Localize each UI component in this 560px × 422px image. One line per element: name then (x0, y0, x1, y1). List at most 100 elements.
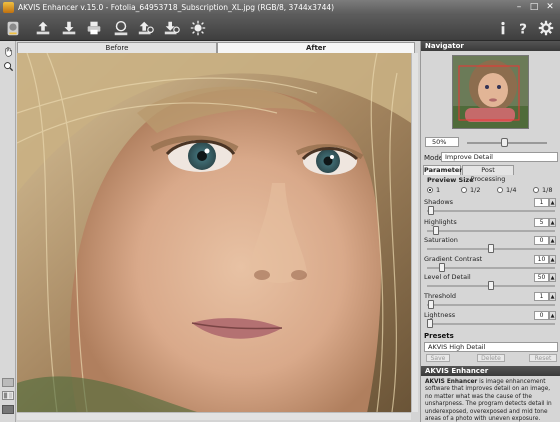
presets-header: Presets (424, 332, 454, 340)
param-spin-button[interactable]: ▲ (549, 292, 556, 301)
param-row: Level of Detail 50 ▲ (424, 273, 558, 291)
param-label: Level of Detail (424, 273, 471, 281)
param-row: Threshold 1 ▲ (424, 292, 558, 310)
preview-size-1[interactable]: 1 (427, 186, 440, 194)
maximize-button[interactable]: □ (527, 2, 541, 13)
background-color-swatch[interactable] (2, 378, 14, 387)
preview-size-half[interactable]: 1/2 (461, 186, 480, 194)
preview-size-header: Preview Size (427, 176, 474, 184)
param-value-field[interactable]: 5 (534, 218, 549, 227)
help-icon[interactable]: ? (513, 18, 533, 38)
window-title: AKVIS Enhancer v.15.0 - Fotolia_64953718… (18, 3, 335, 12)
param-slider-track[interactable] (427, 323, 555, 325)
param-slider-knob[interactable] (488, 281, 494, 290)
hand-tool-icon[interactable] (2, 45, 14, 57)
svg-text:?: ? (519, 21, 527, 37)
foreground-color-swatch[interactable] (2, 405, 14, 414)
preview-size-quarter[interactable]: 1/4 (497, 186, 516, 194)
param-spin-button[interactable]: ▲ (549, 255, 556, 264)
open-image-button[interactable] (33, 18, 53, 38)
zoom-tool-icon[interactable] (2, 60, 14, 72)
batch-process-button[interactable] (136, 18, 156, 38)
save-preset-button[interactable]: Save (426, 354, 450, 362)
radio-button[interactable] (461, 187, 467, 193)
param-slider-knob[interactable] (488, 244, 494, 253)
help-header: AKVIS Enhancer (421, 366, 560, 376)
param-slider-knob[interactable] (428, 206, 435, 215)
param-slider-knob[interactable] (439, 263, 446, 272)
param-row: Gradient Contrast 10 ▲ (424, 255, 558, 273)
param-value-field[interactable]: 1 (534, 292, 549, 301)
help-product-name: AKVIS Enhancer (425, 379, 478, 385)
tools-bar (0, 41, 16, 422)
app-emblem-icon (2, 18, 24, 38)
param-slider-knob[interactable] (428, 300, 435, 309)
horizontal-scrollbar[interactable] (17, 412, 411, 420)
help-description: AKVIS Enhancer is image enhancement soft… (425, 379, 557, 422)
param-row: Highlights 5 ▲ (424, 218, 558, 236)
export-button[interactable] (162, 18, 182, 38)
param-label: Gradient Contrast (424, 255, 483, 263)
print-button[interactable] (84, 18, 104, 38)
param-label: Saturation (424, 236, 458, 244)
vertical-scrollbar[interactable] (411, 53, 418, 412)
param-spin-button[interactable]: ▲ (549, 311, 556, 320)
param-slider-knob[interactable] (433, 226, 440, 235)
param-label: Highlights (424, 218, 457, 226)
tab-after[interactable]: After (217, 42, 415, 53)
param-value-field[interactable]: 0 (534, 236, 549, 245)
settings-panel: Navigator 50% Mode: Improve Detail Param… (420, 41, 560, 422)
help-body: is image enhancement software that impro… (425, 379, 552, 422)
run-button[interactable] (188, 18, 208, 38)
param-slider-knob[interactable] (427, 319, 433, 328)
tab-before[interactable]: Before (17, 42, 217, 53)
param-value-field[interactable]: 50 (534, 273, 549, 282)
minimize-button[interactable]: – (512, 2, 526, 13)
share-button[interactable] (111, 18, 131, 38)
tab-post-processing[interactable]: Post Processing (462, 165, 514, 183)
tab-parameters[interactable]: Parameters (423, 165, 466, 175)
param-spin-button[interactable]: ▲ (549, 273, 556, 282)
param-label: Shadows (424, 198, 454, 206)
zoom-slider-knob[interactable] (501, 138, 508, 147)
radio-button[interactable] (533, 187, 539, 193)
info-icon[interactable] (493, 18, 513, 38)
close-button[interactable]: ✕ (543, 2, 557, 13)
param-slider-track[interactable] (427, 210, 555, 212)
portrait-photo (17, 53, 411, 412)
app-window: AKVIS Enhancer v.15.0 - Fotolia_64953718… (0, 0, 560, 422)
param-slider-track[interactable] (427, 304, 555, 306)
save-image-button[interactable] (59, 18, 79, 38)
param-slider-track[interactable] (427, 267, 555, 269)
param-value-field[interactable]: 0 (534, 311, 549, 320)
zoom-level-field[interactable]: 50% (425, 137, 459, 147)
param-slider-track[interactable] (427, 230, 555, 232)
param-value-field[interactable]: 10 (534, 255, 549, 264)
radio-button[interactable] (427, 187, 433, 193)
param-value-field[interactable]: 1 (534, 198, 549, 207)
reset-preset-button[interactable]: Reset (529, 354, 557, 362)
toolbar: ? (0, 15, 560, 41)
param-spin-button[interactable]: ▲ (549, 198, 556, 207)
delete-preset-button[interactable]: Delete (477, 354, 505, 362)
preset-select[interactable]: AKVIS High Detail (424, 342, 558, 352)
param-row: Lightness 0 ▲ (424, 311, 558, 329)
navigator-thumbnail[interactable] (452, 55, 529, 129)
app-logo-icon (3, 2, 14, 13)
param-row: Saturation 0 ▲ (424, 236, 558, 254)
preview-size-eighth[interactable]: 1/8 (533, 186, 552, 194)
settings-gear-icon[interactable] (536, 18, 556, 38)
zoom-slider[interactable] (467, 138, 547, 147)
radio-button[interactable] (497, 187, 503, 193)
param-spin-button[interactable]: ▲ (549, 236, 556, 245)
param-spin-button[interactable]: ▲ (549, 218, 556, 227)
image-canvas[interactable] (17, 53, 411, 412)
view-tabs: Before After (17, 42, 415, 53)
param-label: Threshold (424, 292, 457, 300)
navigator-header: Navigator (421, 41, 560, 51)
mode-select[interactable]: Improve Detail (441, 152, 558, 162)
title-bar: AKVIS Enhancer v.15.0 - Fotolia_64953718… (0, 0, 560, 15)
param-label: Lightness (424, 311, 456, 319)
compare-view-icon[interactable] (2, 391, 14, 400)
param-row: Shadows 1 ▲ (424, 198, 558, 216)
